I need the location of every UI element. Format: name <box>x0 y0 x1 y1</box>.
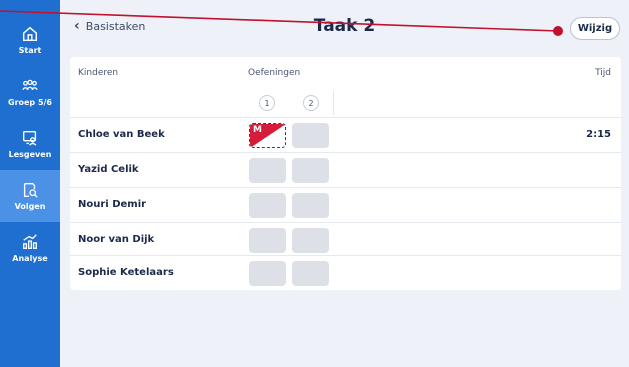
exercise-cell[interactable] <box>292 193 329 218</box>
sidebar-item-label: Analyse <box>12 254 48 263</box>
exercise-cell[interactable] <box>292 123 329 148</box>
child-name: Chloe van Beek <box>78 129 165 140</box>
header: ‹ Basistaken Taak 2 Wijzig <box>60 0 629 50</box>
table-row[interactable]: Chloe van Beek M 2:15 <box>70 117 621 152</box>
sidebar-item-lesgeven[interactable]: Lesgeven <box>0 118 60 170</box>
page-title: Taak 2 <box>313 16 376 36</box>
column-divider <box>333 91 334 115</box>
table-row[interactable]: Sophie Ketelaars <box>70 255 621 290</box>
exercise-number-row: 1 2 <box>70 93 621 113</box>
track-icon <box>23 183 38 198</box>
child-name: Nouri Demir <box>78 199 147 210</box>
edit-button[interactable]: Wijzig <box>570 17 620 40</box>
column-header-time: Tijd <box>595 68 611 78</box>
child-name: Sophie Ketelaars <box>78 267 174 278</box>
table-row[interactable]: Yazid Celik <box>70 152 621 187</box>
sidebar-item-label: Lesgeven <box>8 150 52 159</box>
home-icon <box>22 26 38 42</box>
exercise-cell[interactable] <box>292 158 329 183</box>
group-icon <box>22 79 38 91</box>
exercise-cell[interactable] <box>292 228 329 253</box>
teach-icon <box>23 131 37 146</box>
sidebar: Start Groep 5/6 Lesgeven Volgen Analyse <box>0 0 60 367</box>
exercise-cell[interactable] <box>249 193 286 218</box>
sidebar-item-group[interactable]: Groep 5/6 <box>0 66 60 118</box>
exercise-cell-marked[interactable]: M <box>249 123 286 148</box>
exercise-number[interactable]: 1 <box>259 95 275 111</box>
exercise-cell[interactable] <box>249 228 286 253</box>
exercise-cell[interactable] <box>249 261 286 286</box>
sidebar-item-analyse[interactable]: Analyse <box>0 222 60 274</box>
chart-icon <box>23 234 37 249</box>
sidebar-item-start[interactable]: Start <box>0 14 60 66</box>
column-header-exercises: Oefeningen <box>248 68 301 78</box>
exercise-cell[interactable] <box>292 261 329 286</box>
exercise-number[interactable]: 2 <box>303 95 319 111</box>
sidebar-item-label: Start <box>18 46 42 55</box>
child-name: Yazid Celik <box>78 164 139 175</box>
mark-letter: M <box>253 125 262 135</box>
column-header-children: Kinderen <box>78 68 119 78</box>
exercise-cell[interactable] <box>249 158 286 183</box>
sidebar-item-label: Groep 5/6 <box>8 98 52 107</box>
table-row[interactable]: Noor van Dijk <box>70 222 621 257</box>
results-card: Kinderen Oefeningen Tijd 1 2 Chloe van B… <box>70 57 621 290</box>
sidebar-item-volgen[interactable]: Volgen <box>0 170 60 222</box>
sidebar-item-label: Volgen <box>14 202 46 211</box>
child-name: Noor van Dijk <box>78 234 155 245</box>
time-value: 2:15 <box>586 129 611 140</box>
table-row[interactable]: Nouri Demir <box>70 187 621 222</box>
